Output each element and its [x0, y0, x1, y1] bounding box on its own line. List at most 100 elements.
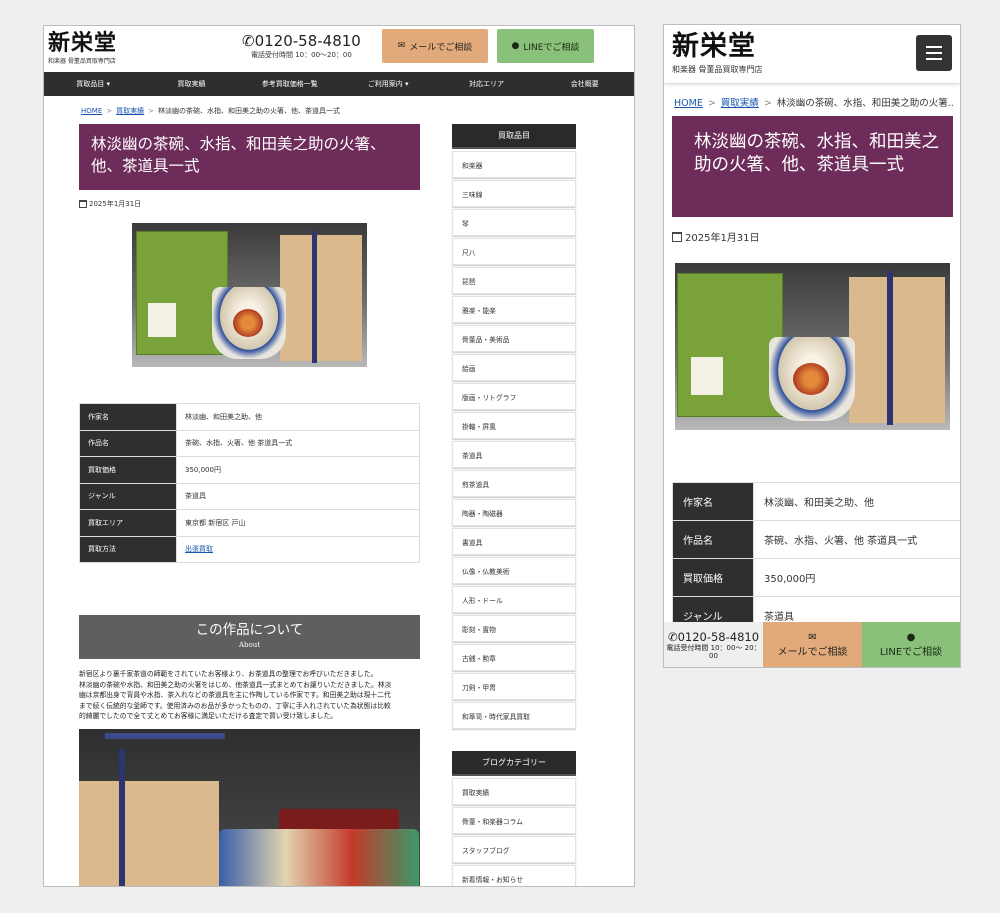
phone-number: 0120-58-4810	[254, 32, 361, 50]
about-description: 新宿区より裏千家茶道の師範をされていたお客様より、お茶道具の整理でお呼びいただき…	[79, 669, 420, 722]
nav-item-purchase-items[interactable]: 買取品目 ▾	[44, 72, 142, 96]
breadcrumb-home[interactable]: HOME	[674, 98, 703, 109]
sidebar-item-coins[interactable]: 古銭・勲章	[452, 644, 576, 671]
logo-text: 新栄堂	[672, 31, 756, 62]
mail-consult-label: メールでご相談	[409, 42, 473, 53]
breadcrumb-separator: >	[707, 98, 716, 109]
table-key: 作品名	[79, 429, 177, 457]
table-value: 東京都 新宿区 戸山	[176, 509, 420, 537]
breadcrumb-separator: >	[148, 107, 154, 115]
nav-item-price-list[interactable]: 参考買取価格一覧	[241, 72, 339, 96]
nav-item-company[interactable]: 会社概要	[536, 72, 634, 96]
description-line: 的綺麗でしたので全て丈とめてお客様に満足いただける査定で買い受け致しました。	[79, 712, 338, 720]
post-date-text: 2025年1月31日	[89, 200, 142, 208]
about-heading: この作品について About	[79, 615, 420, 659]
purchase-method-link[interactable]: 出張買取	[185, 545, 213, 553]
breadcrumb: HOME > 買取実績 > 林淡幽の茶碗、水指、和田美之助の火箸...	[674, 95, 954, 109]
nav-item-guide[interactable]: ご利用案内 ▾	[339, 72, 437, 96]
table-value: 茶碗、水指、火箸、他 茶道具一式	[753, 520, 960, 559]
details-table: 作家名 林淡幽、和田美之助、他 作品名 茶碗、水指、火箸、他 茶道具一式 買取価格 3…	[79, 403, 420, 563]
sidebar-heading: 買取品目	[452, 124, 576, 149]
line-chat-icon: ●	[906, 632, 916, 643]
sidebar-item-prints[interactable]: 版画・リトグラフ	[452, 383, 576, 410]
sidebar-item-furniture[interactable]: 和箪笥・時代家具買取	[452, 702, 576, 729]
sidebar-item-paintings[interactable]: 絵画	[452, 354, 576, 381]
sidebar-item-wagakki[interactable]: 和楽器	[452, 151, 576, 178]
line-chat-icon: ●	[511, 41, 520, 51]
sidebar-item-antiques[interactable]: 骨董品・美術品	[452, 325, 576, 352]
sidebar-item-calligraphy[interactable]: 書道具	[452, 528, 576, 555]
breadcrumb-home[interactable]: HOME	[81, 107, 102, 115]
sidebar-item-scrolls[interactable]: 掛軸・屏風	[452, 412, 576, 439]
calendar-icon	[79, 200, 87, 208]
sidebar-item-swords[interactable]: 刀剣・甲冑	[452, 673, 576, 700]
product-photo-2	[79, 728, 420, 886]
post-date-text: 2025年1月31日	[685, 233, 760, 244]
blog-category-item[interactable]: 新着情報・お知らせ	[452, 865, 576, 886]
hamburger-menu-icon[interactable]	[916, 35, 952, 71]
blog-category-item[interactable]: 骨董・和楽器コラム	[452, 807, 576, 834]
breadcrumb-current: 林淡幽の茶碗、水指、和田美之助の火箸...	[776, 98, 954, 109]
logo-subtitle: 和楽器 骨董品買取専門店	[672, 65, 763, 74]
table-key: 買取価格	[79, 456, 177, 484]
breadcrumb-separator: >	[763, 98, 772, 109]
sidebar-item-tea-utensils[interactable]: 茶道具	[452, 441, 576, 468]
phone-icon: ✆	[242, 32, 255, 50]
mail-consult-button[interactable]: ✉ メールでご相談	[763, 622, 862, 667]
table-key: 買取方法	[79, 535, 177, 563]
header-phone[interactable]: ✆0120-58-4810 電話受付時間 10：00〜20：00	[242, 32, 361, 60]
nav-item-area[interactable]: 対応エリア	[437, 72, 535, 96]
details-table: 作家名 林淡幽、和田美之助、他 作品名 茶碗、水指、火箸、他 茶道具一式 買取価格 3…	[672, 482, 960, 635]
sidebar-item-shakuhachi[interactable]: 尺八	[452, 238, 576, 265]
nav-item-results[interactable]: 買取実績	[142, 72, 240, 96]
post-date: 2025年1月31日	[672, 229, 760, 244]
mail-consult-button[interactable]: ✉ メールでご相談	[382, 29, 488, 63]
sidebar-item-dolls[interactable]: 人形・ドール	[452, 586, 576, 613]
mobile-header: 新栄堂 和楽器 骨董品買取専門店	[664, 25, 960, 83]
sidebar-item-buddhist-art[interactable]: 仏像・仏教美術	[452, 557, 576, 584]
mail-consult-label: メールでご相談	[777, 647, 848, 658]
sidebar: 買取品目 和楽器 三味線 琴 尺八 琵琶 雅楽・能楽 骨董品・美術品 絵画 版画…	[452, 124, 576, 886]
table-value: 350,000円	[753, 558, 960, 597]
main-content: 林淡幽の茶碗、水指、和田美之助の火箸、他、茶道具一式 2025年1月31日 作家…	[79, 124, 420, 886]
sidebar-item-koto[interactable]: 琴	[452, 209, 576, 236]
table-row: 買取エリア 東京都 新宿区 戸山	[79, 509, 420, 537]
sidebar-item-sculpture[interactable]: 彫刻・置物	[452, 615, 576, 642]
phone-hours: 電話受付時間 10：00〜20：00	[250, 51, 352, 59]
table-value: 茶碗、水指、火箸、他 茶道具一式	[176, 429, 420, 457]
sidebar-item-gagaku[interactable]: 雅楽・能楽	[452, 296, 576, 323]
envelope-icon: ✉	[808, 632, 817, 643]
phone-hours: 電話受付時間 10：00〜 20：00	[666, 644, 761, 660]
table-key: 作品名	[672, 520, 754, 559]
line-consult-button[interactable]: ● LINEでご相談	[497, 29, 594, 63]
post-date: 2025年1月31日	[79, 199, 420, 209]
description-line: 幽は京都出身で背員や水指、茶入れなどの茶道具を主に作陶している作家です。和田美之…	[79, 691, 391, 699]
table-key: ジャンル	[79, 482, 177, 510]
table-key: 買取価格	[672, 558, 754, 597]
table-value: 林淡幽、和田美之助、他	[176, 403, 420, 431]
logo-text: 新栄堂	[48, 30, 118, 56]
line-consult-button[interactable]: ● LINEでご相談	[862, 622, 960, 667]
table-value: 茶道具	[176, 482, 420, 510]
blog-category-heading: ブログカテゴリー	[452, 751, 576, 776]
calendar-icon	[672, 231, 682, 242]
table-row: 買取価格 350,000円	[672, 558, 960, 597]
global-nav: 買取品目 ▾ 買取実績 参考買取価格一覧 ご利用案内 ▾ 対応エリア 会社概要	[44, 72, 634, 96]
breadcrumb: HOME > 買取実績 > 林淡幽の茶碗、水指、和田美之助の火箸、他、茶道具一式	[81, 106, 340, 116]
site-logo[interactable]: 新栄堂 和楽器 骨董品買取専門店	[48, 31, 117, 65]
sidebar-item-biwa[interactable]: 琵琶	[452, 267, 576, 294]
mobile-view: 新栄堂 和楽器 骨董品買取専門店 HOME > 買取実績 > 林淡幽の茶碗、水指、和田美…	[663, 24, 961, 668]
breadcrumb-category[interactable]: 買取実績	[116, 107, 144, 115]
phone-button[interactable]: ✆0120-58-4810 電話受付時間 10：00〜 20：00	[664, 622, 763, 667]
blog-category-item[interactable]: 買取実績	[452, 778, 576, 805]
sidebar-item-ceramics[interactable]: 陶器・陶磁器	[452, 499, 576, 526]
blog-category-item[interactable]: スタッフブログ	[452, 836, 576, 863]
about-subtitle: About	[238, 641, 261, 649]
phone-number: 0120-58-4810	[677, 630, 760, 644]
site-logo[interactable]: 新栄堂 和楽器 骨董品買取専門店	[672, 31, 763, 75]
sidebar-item-sencha[interactable]: 煎茶道具	[452, 470, 576, 497]
breadcrumb-category[interactable]: 買取実績	[721, 98, 759, 109]
description-line: まで続く伝統的な釜師です。使用済みのお品が多かったものの、丁寧に手入れされていた…	[79, 701, 391, 710]
table-row: 作家名 林淡幽、和田美之助、他	[672, 482, 960, 521]
sidebar-item-shamisen[interactable]: 三味線	[452, 180, 576, 207]
